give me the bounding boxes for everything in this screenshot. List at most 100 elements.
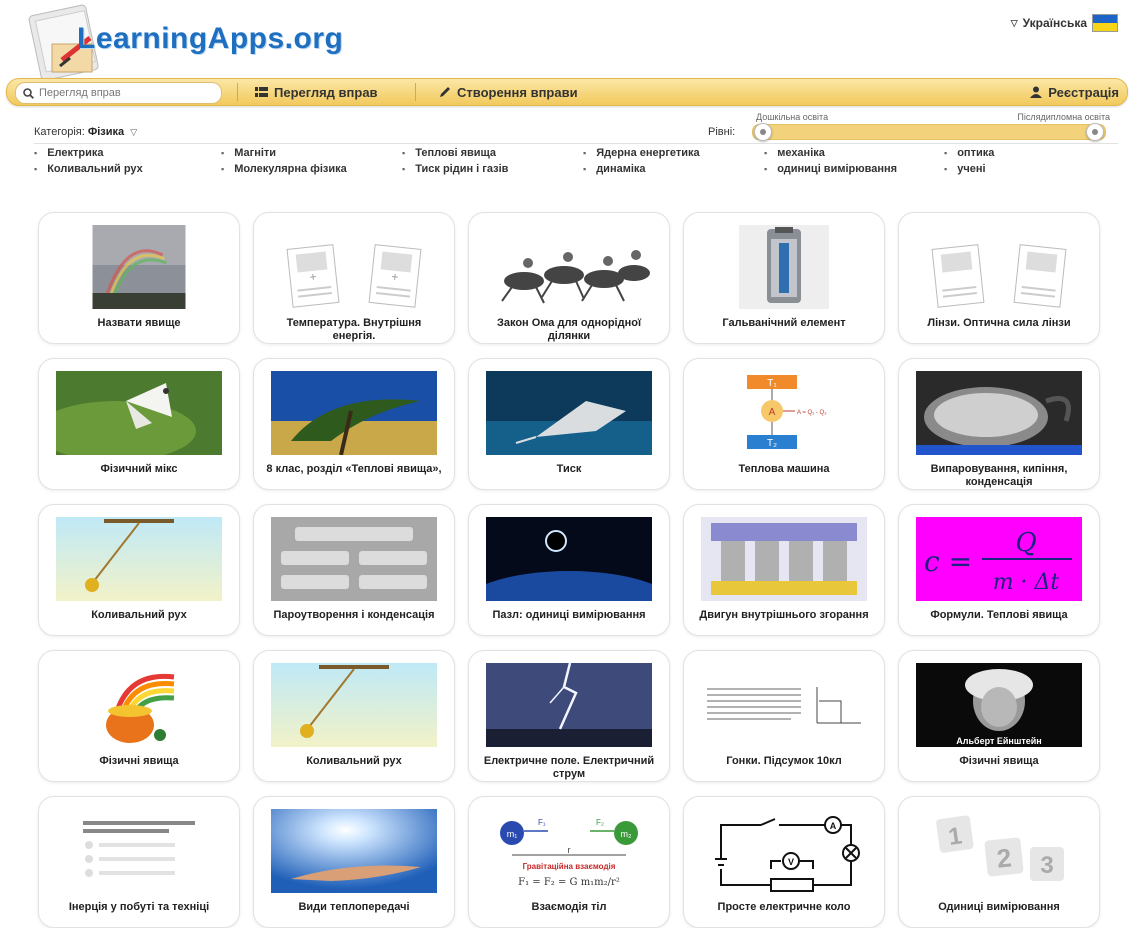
card-title: Гонки. Підсумок 10кл (726, 755, 842, 767)
circuit-diagram: A V (701, 809, 867, 893)
app-card[interactable]: Гонки. Підсумок 10кл (683, 650, 885, 782)
hand-sun-photo (271, 809, 437, 893)
heat-t1-label: T₁ (767, 378, 777, 389)
formula-c: c = (924, 545, 972, 578)
app-card[interactable]: Тиск (468, 358, 670, 490)
topic-link[interactable]: оптика (944, 147, 994, 159)
card-title: Формули. Теплові явища (930, 609, 1068, 621)
svg-text:+: + (309, 270, 317, 285)
app-card[interactable]: c = Q m · Δt Формули. Теплові явища (898, 504, 1100, 636)
nav-register-label: Реєстрація (1048, 84, 1119, 100)
card-title: Інерція у побуті та техніці (68, 901, 210, 913)
topic-link[interactable]: одиниці вимірювання (764, 163, 897, 175)
card-title: Електричне поле. Електричний струм (483, 755, 655, 780)
card-title: Тиск (556, 463, 582, 475)
card-title: Температура. Внутрішня енергія. (286, 317, 422, 342)
app-card[interactable]: m₁ F₁ m₂ F₂ r Гравітаційна взаємодія F₁ … (468, 796, 670, 928)
numbered-tiles-icon: 1 2 3 (924, 809, 1074, 893)
nav-separator (237, 83, 238, 101)
app-card[interactable]: Назвати явище (38, 212, 240, 344)
app-card[interactable]: Фізичні явища (38, 650, 240, 782)
app-card[interactable]: Гальванічний елемент (683, 212, 885, 344)
eclipse-photo (486, 517, 652, 601)
card-title: Фізичні явища (959, 755, 1039, 767)
placeholder-media-icon: + + (284, 241, 424, 311)
app-card[interactable]: A V Просте електричне коло (683, 796, 885, 928)
app-card[interactable]: Альберт Ейнштейн Фізичні явища (898, 650, 1100, 782)
site-logo-text[interactable]: LearningApps.org (77, 22, 343, 56)
gravity-diagram: m₁ F₁ m₂ F₂ r Гравітаційна взаємодія F₁ … (486, 809, 652, 893)
language-selector[interactable]: ▽ Українська (1011, 14, 1118, 32)
level-min-label: Дошкільна освіта (756, 112, 829, 122)
nav-separator (415, 83, 416, 101)
app-card[interactable]: Лінзи. Оптична сила лінзи (898, 212, 1100, 344)
category-selector[interactable]: Категорія: Фізика ▽ (34, 126, 137, 138)
topic-link[interactable]: Ядерна енергетика (583, 147, 699, 159)
topic-link[interactable]: Теплові явища (402, 147, 496, 159)
card-title: Пароутворення і конденсація (273, 609, 435, 621)
horse-race-drawing (484, 225, 654, 309)
dropdown-triangle-icon: ▽ (1010, 17, 1018, 28)
level-min-handle[interactable] (754, 123, 772, 141)
einstein-photo: Альберт Ейнштейн (916, 663, 1082, 747)
topic-link[interactable]: механіка (764, 147, 825, 159)
rainbow-photo (92, 225, 186, 309)
app-card[interactable]: Інерція у побуті та техніці (38, 796, 240, 928)
app-card[interactable]: 8 клас, розділ «Теплові явища», (253, 358, 455, 490)
topic-link[interactable]: учені (944, 163, 985, 175)
grav-f1: F₁ (538, 818, 546, 827)
pendulum-image (271, 663, 437, 747)
app-card[interactable]: Випаровування, кипіння, конденсація (898, 358, 1100, 490)
grav-m1: m₁ (507, 829, 518, 839)
galvanic-cell-image (739, 225, 829, 309)
engine-cutaway-image (701, 517, 867, 601)
search-input[interactable] (37, 86, 211, 100)
app-card[interactable]: 1 2 3 Одиниці вимірювання (898, 796, 1100, 928)
pencil-icon (440, 87, 450, 97)
card-title: Фізичний мікс (100, 463, 178, 475)
app-card[interactable]: Коливальний рух (253, 650, 455, 782)
topic-link[interactable]: Коливальний рух (34, 163, 143, 175)
app-card[interactable]: + + Температура. Внутрішня енергія. (253, 212, 455, 344)
placeholder-media-icon (929, 241, 1069, 311)
app-card[interactable]: Види теплопередачі (253, 796, 455, 928)
formula-q: Q (1015, 528, 1036, 558)
topic-link[interactable]: Молекулярна фізика (221, 163, 347, 175)
app-card[interactable]: Закон Ома для однорідної ділянки (468, 212, 670, 344)
topic-link[interactable]: Електрика (34, 147, 103, 159)
svg-text:+: + (391, 270, 399, 285)
voltmeter-label: V (788, 857, 794, 867)
topic-link[interactable]: динаміка (583, 163, 645, 175)
manta-ray-photo (486, 371, 652, 455)
nav-create-exercise[interactable]: Створення вправи (439, 79, 578, 105)
nav-register[interactable]: Реєстрація (1030, 79, 1119, 105)
card-title: Коливальний рух (306, 755, 402, 767)
card-title: Просте електричне коло (717, 901, 851, 913)
form-template-image (271, 517, 437, 601)
card-title: Одиниці вимірювання (938, 901, 1060, 913)
app-card[interactable]: Коливальний рух (38, 504, 240, 636)
app-card[interactable]: Електричне поле. Електричний струм (468, 650, 670, 782)
topic-link[interactable]: Магніти (221, 147, 276, 159)
grid-icon (255, 86, 268, 97)
topic-link[interactable]: Тиск рідин і газів (402, 163, 508, 175)
nav-browse-exercises[interactable]: Перегляд вправ (255, 79, 378, 105)
levels-label: Рівні: (708, 126, 736, 138)
app-card[interactable]: Фізичний мікс (38, 358, 240, 490)
app-card[interactable]: Двигун внутрішнього згорання (683, 504, 885, 636)
card-title: Коливальний рух (91, 609, 187, 621)
pendulum-image (56, 517, 222, 601)
app-card[interactable]: Пароутворення і конденсація (253, 504, 455, 636)
boiling-pot-photo (916, 371, 1082, 455)
ukraine-flag-icon (1092, 14, 1118, 32)
app-card[interactable]: T₁ A A = Q₁ - Q₂ T₂ Теплова машина (683, 358, 885, 490)
level-max-handle[interactable] (1086, 123, 1104, 141)
app-card[interactable]: Пазл: одиниці вимірювання (468, 504, 670, 636)
card-title: Теплова машина (738, 463, 830, 475)
formula-den: m · Δt (993, 570, 1060, 595)
search-box[interactable] (15, 82, 222, 104)
levels-range-slider[interactable] (752, 123, 1106, 141)
card-title: Двигун внутрішнього згорання (699, 609, 869, 621)
card-title: Назвати явище (97, 317, 181, 329)
card-title: Пазл: одиниці вимірювання (492, 609, 646, 621)
